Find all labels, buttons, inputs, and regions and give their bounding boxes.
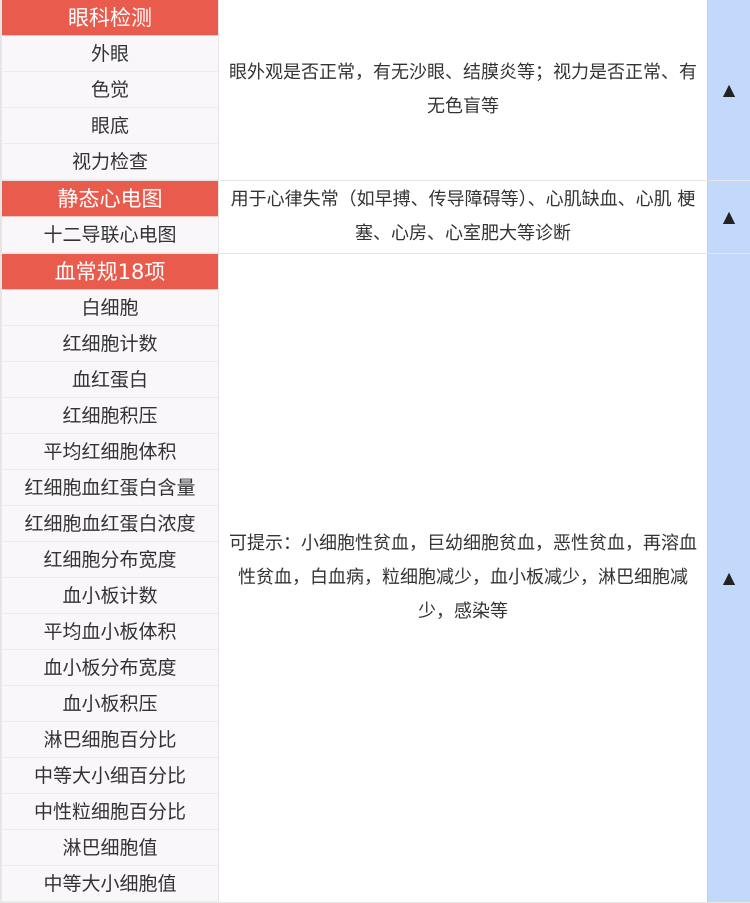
collapse-toggle-button[interactable]: ▲ <box>707 181 750 253</box>
collapse-toggle-button[interactable]: ▲ <box>707 0 750 180</box>
list-item: 白细胞 <box>2 290 218 326</box>
section-description-cell: 眼外观是否正常，有无沙眼、结膜炎等；视力是否正常、有无色盲等 <box>219 0 707 180</box>
section-items-column: 眼科检测 外眼 色觉 眼底 视力检查 <box>0 0 219 180</box>
list-item: 视力检查 <box>2 144 218 180</box>
list-item: 淋巴细胞百分比 <box>2 722 218 758</box>
section-title: 眼科检测 <box>2 0 218 36</box>
list-item: 血红蛋白 <box>2 362 218 398</box>
triangle-up-icon: ▲ <box>722 568 736 587</box>
list-item: 红细胞分布宽度 <box>2 542 218 578</box>
list-item: 中等大小细百分比 <box>2 758 218 794</box>
list-item: 平均血小板体积 <box>2 614 218 650</box>
list-item: 中等大小细胞值 <box>2 866 218 902</box>
list-item: 十二导联心电图 <box>2 217 218 253</box>
list-item: 血小板计数 <box>2 578 218 614</box>
list-item: 平均红细胞体积 <box>2 434 218 470</box>
section-description: 眼外观是否正常，有无沙眼、结膜炎等；视力是否正常、有无色盲等 <box>229 62 697 117</box>
triangle-up-icon: ▲ <box>722 207 736 226</box>
section-blood-routine: 血常规18项 白细胞 红细胞计数 血红蛋白 红细胞积压 平均红细胞体积 红细胞血… <box>0 254 750 903</box>
list-item: 红细胞积压 <box>2 398 218 434</box>
section-description: 用于心律失常（如早搏、传导障碍等）、心肌缺血、心肌 梗塞、心房、心室肥大等诊断 <box>230 189 696 244</box>
collapse-toggle-button[interactable]: ▲ <box>707 254 750 902</box>
list-item: 淋巴细胞值 <box>2 830 218 866</box>
list-item: 眼底 <box>2 108 218 144</box>
section-items-column: 血常规18项 白细胞 红细胞计数 血红蛋白 红细胞积压 平均红细胞体积 红细胞血… <box>0 254 219 902</box>
exam-table: 眼科检测 外眼 色觉 眼底 视力检查 眼外观是否正常，有无沙眼、结膜炎等；视力是… <box>0 0 750 903</box>
section-ecg: 静态心电图 十二导联心电图 用于心律失常（如早搏、传导障碍等）、心肌缺血、心肌 … <box>0 181 750 254</box>
section-title: 静态心电图 <box>2 181 218 217</box>
list-item: 红细胞计数 <box>2 326 218 362</box>
section-items-column: 静态心电图 十二导联心电图 <box>0 181 219 253</box>
section-description-cell: 用于心律失常（如早搏、传导障碍等）、心肌缺血、心肌 梗塞、心房、心室肥大等诊断 <box>219 181 707 253</box>
section-description-cell: 可提示：小细胞性贫血，巨幼细胞贫血，恶性贫血，再溶血性贫血，白血病，粒细胞减少，… <box>219 254 707 902</box>
section-description: 可提示：小细胞性贫血，巨幼细胞贫血，恶性贫血，再溶血性贫血，白血病，粒细胞减少，… <box>229 533 697 622</box>
section-eye-exam: 眼科检测 外眼 色觉 眼底 视力检查 眼外观是否正常，有无沙眼、结膜炎等；视力是… <box>0 0 750 181</box>
section-title: 血常规18项 <box>2 254 218 290</box>
list-item: 中性粒细胞百分比 <box>2 794 218 830</box>
list-item: 外眼 <box>2 36 218 72</box>
list-item: 血小板分布宽度 <box>2 650 218 686</box>
list-item: 色觉 <box>2 72 218 108</box>
list-item: 红细胞血红蛋白浓度 <box>2 506 218 542</box>
list-item: 血小板积压 <box>2 686 218 722</box>
list-item: 红细胞血红蛋白含量 <box>2 470 218 506</box>
triangle-up-icon: ▲ <box>722 80 736 99</box>
